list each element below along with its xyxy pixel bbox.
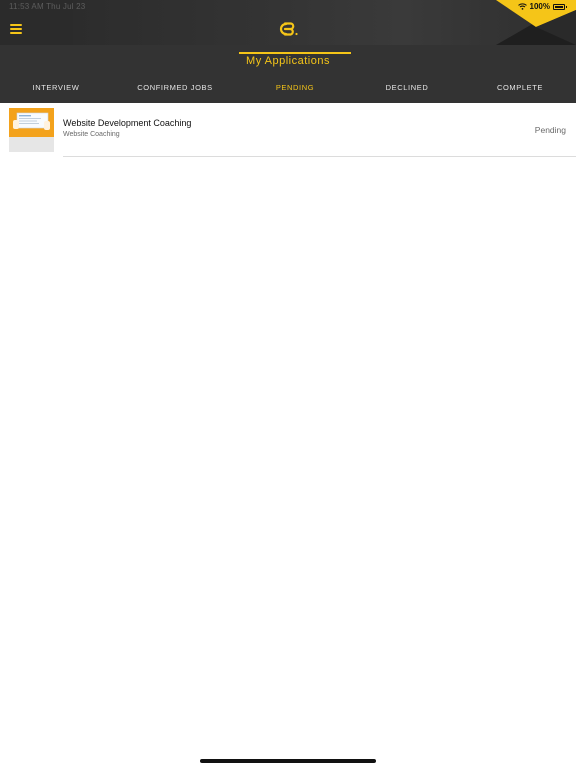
tab-confirmed-jobs[interactable]: CONFIRMED JOBS: [119, 76, 231, 103]
tab-bar: INTERVIEW CONFIRMED JOBS PENDING DECLINE…: [0, 76, 576, 103]
application-title: Website Development Coaching: [63, 118, 192, 128]
website-coaching-thumbnail: [9, 108, 54, 152]
top-bar: 11:53 AM Thu Jul 23 100%: [0, 0, 576, 45]
application-subtitle: Website Coaching: [63, 131, 120, 138]
cb-logo-icon[interactable]: [277, 21, 299, 37]
application-status: Pending: [534, 125, 566, 135]
status-time-date: 11:53 AM Thu Jul 23: [9, 2, 86, 11]
tab-interview[interactable]: INTERVIEW: [0, 76, 112, 103]
home-indicator[interactable]: [200, 759, 376, 763]
status-right-cluster: 100%: [517, 2, 567, 11]
hamburger-menu-icon[interactable]: [10, 24, 22, 34]
wifi-icon: [517, 3, 527, 10]
page-title: My Applications: [246, 55, 330, 67]
application-row[interactable]: Website Development Coaching Website Coa…: [0, 103, 576, 157]
tab-pending[interactable]: PENDING: [239, 76, 351, 103]
battery-percentage: 100%: [529, 2, 550, 11]
tab-declined[interactable]: DECLINED: [351, 76, 463, 103]
battery-icon: [553, 3, 567, 10]
tab-complete[interactable]: COMPLETE: [464, 76, 576, 103]
row-divider: [63, 156, 576, 157]
active-tab-indicator: [239, 52, 351, 54]
